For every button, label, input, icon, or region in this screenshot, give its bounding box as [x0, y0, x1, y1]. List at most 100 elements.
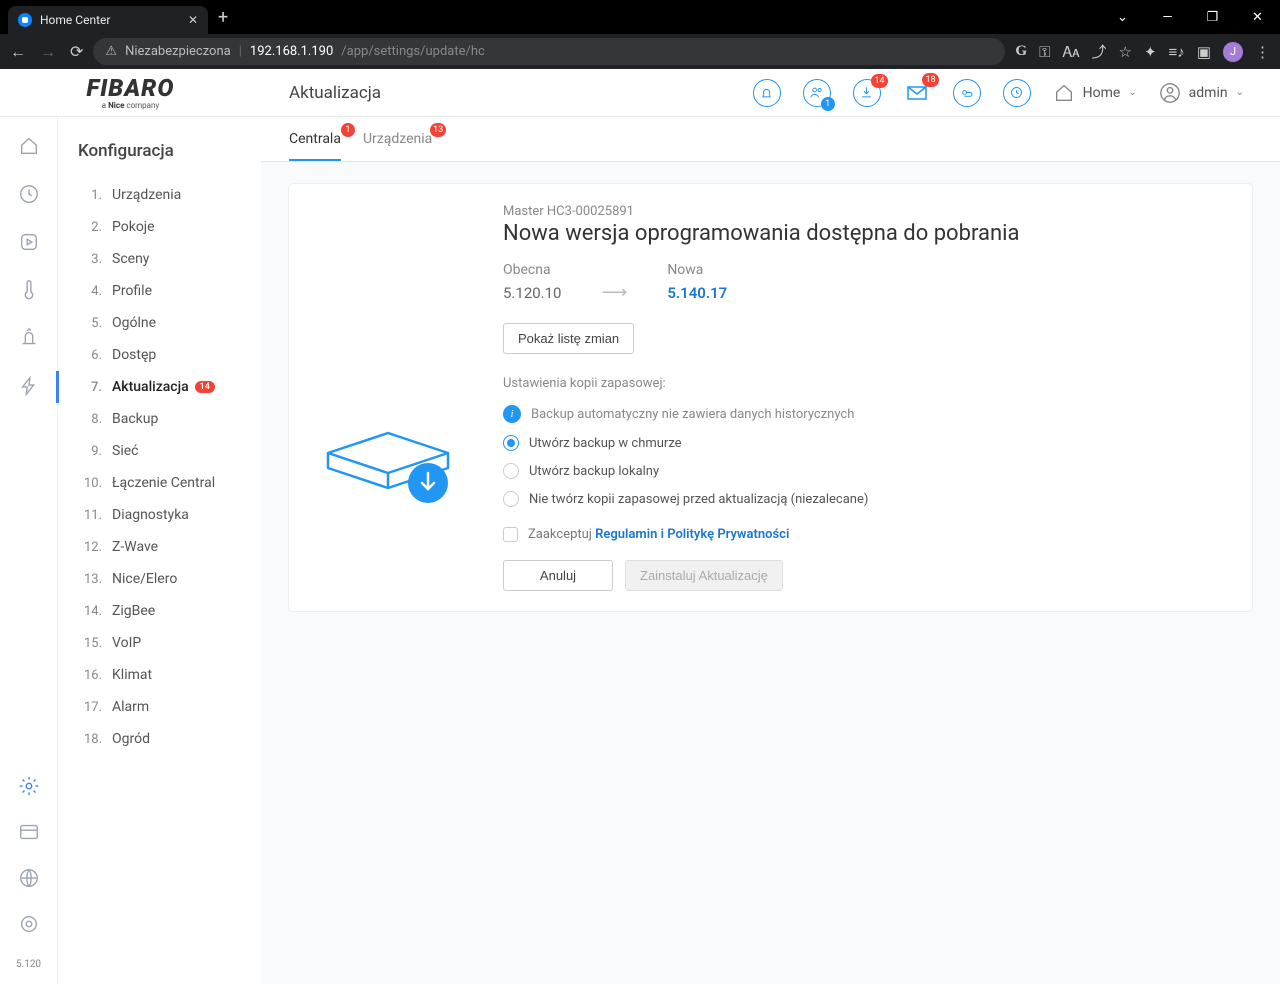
url-path: /app/settings/update/hc — [341, 44, 485, 59]
share-icon[interactable]: ⤴ — [1092, 41, 1107, 62]
users-icon[interactable]: 1 — [803, 79, 831, 107]
rail-settings-icon[interactable] — [18, 775, 40, 797]
current-version-label: Obecna — [503, 262, 562, 278]
mail-icon[interactable]: 18 — [903, 79, 931, 107]
page-title: Aktualizacja — [261, 83, 753, 103]
window-dropdown-icon[interactable]: ⌄ — [1100, 0, 1145, 34]
reload-icon[interactable]: ⟳ — [70, 42, 83, 61]
back-icon[interactable]: ← — [10, 42, 26, 62]
radio-icon — [503, 435, 519, 451]
sidebar: Konfiguracja 1.Urządzenia2.Pokoje3.Sceny… — [58, 117, 261, 984]
sidebar-item-17[interactable]: 18.Ogród — [56, 723, 251, 755]
rail-device-icon[interactable] — [18, 913, 40, 935]
master-label: Master HC3-00025891 — [503, 204, 1228, 219]
sidebar-item-9[interactable]: 10.Łączenie Central — [56, 467, 251, 499]
rail-temperature-icon[interactable] — [18, 279, 40, 301]
bookmark-icon[interactable]: ☆ — [1119, 43, 1132, 61]
tab-badge: 13 — [430, 123, 446, 137]
sidebar-item-12[interactable]: 13.Nice/Elero — [56, 563, 251, 595]
password-key-icon[interactable]: ⚿ — [1039, 43, 1050, 61]
alarm-icon[interactable] — [753, 79, 781, 107]
sidebar-item-5[interactable]: 6.Dostęp — [56, 339, 251, 371]
forward-icon[interactable]: → — [40, 42, 56, 62]
profile-avatar[interactable]: J — [1223, 42, 1243, 62]
mail-badge: 18 — [922, 73, 938, 87]
logo-subtext: a Nice company — [102, 101, 159, 110]
sidebar-badge: 14 — [195, 381, 215, 393]
sidebar-item-10[interactable]: 11.Diagnostyka — [56, 499, 251, 531]
update-title: Nowa wersja oprogramowania dostępna do p… — [503, 221, 1228, 246]
sidebar-item-16[interactable]: 17.Alarm — [56, 691, 251, 723]
tab-badge: 1 — [341, 123, 355, 137]
sidebar-item-8[interactable]: 9.Sieć — [56, 435, 251, 467]
cancel-button[interactable]: Anuluj — [503, 560, 613, 591]
user-icon — [1159, 82, 1181, 104]
changelog-button[interactable]: Pokaż listę zmian — [503, 323, 634, 354]
clock-icon[interactable] — [1003, 79, 1031, 107]
home-dropdown[interactable]: Home ⌄ — [1053, 82, 1137, 104]
backup-section-label: Ustawienia kopii zapasowej: — [503, 376, 1228, 391]
content-tab-1[interactable]: Urządzenia13 — [363, 131, 432, 161]
rail-history-icon[interactable] — [18, 183, 40, 205]
terms-link[interactable]: Regulamin i Politykę Prywatności — [595, 527, 789, 542]
menu-icon[interactable]: ⋮ — [1255, 43, 1270, 61]
install-button[interactable]: Zainstaluj Aktualizację — [625, 560, 783, 591]
arrow-icon: ⟶ — [602, 282, 628, 303]
current-version-value: 5.120.10 — [503, 284, 562, 302]
logo-text: FIBARO — [87, 76, 175, 100]
insecure-icon: ⚠ — [105, 44, 117, 59]
logo-area[interactable]: FIBARO a Nice company — [0, 72, 261, 114]
terms-checkbox[interactable] — [503, 527, 518, 542]
google-icon[interactable]: G — [1015, 43, 1027, 60]
tab-title: Home Center — [40, 13, 110, 27]
radio-no-backup[interactable]: Nie twórz kopii zapasowej przed aktualiz… — [503, 491, 1228, 507]
content-tab-0[interactable]: Centrala1 — [289, 131, 341, 161]
accept-label: Zaakceptuj Regulamin i Politykę Prywatno… — [528, 527, 789, 542]
extensions-icon[interactable]: ✦ — [1144, 43, 1157, 61]
sidebar-item-3[interactable]: 4.Profile — [56, 275, 251, 307]
browser-tab[interactable]: Home Center ✕ — [8, 6, 208, 34]
backup-info-text: Backup automatyczny nie zawiera danych h… — [531, 407, 854, 422]
sidebar-item-1[interactable]: 2.Pokoje — [56, 211, 251, 243]
sidebar-item-11[interactable]: 12.Z-Wave — [56, 531, 251, 563]
new-tab-button[interactable]: + — [208, 7, 238, 28]
radio-local-backup[interactable]: Utwórz backup lokalny — [503, 463, 1228, 479]
radio-cloud-backup[interactable]: Utwórz backup w chmurze — [503, 435, 1228, 451]
chevron-down-icon: ⌄ — [1236, 87, 1244, 98]
secure-label: Niezabezpieczona — [125, 44, 231, 59]
sidebar-item-15[interactable]: 16.Klimat — [56, 659, 251, 691]
sidebar-item-4[interactable]: 5.Ogólne — [56, 307, 251, 339]
sidebar-item-7[interactable]: 8.Backup — [56, 403, 251, 435]
sidebar-item-0[interactable]: 1.Urządzenia — [56, 179, 251, 211]
url-host: 192.168.1.190 — [250, 44, 333, 59]
chevron-down-icon: ⌄ — [1128, 87, 1136, 98]
window-close-icon[interactable]: ✕ — [1235, 0, 1280, 34]
rail-scenes-icon[interactable] — [18, 231, 40, 253]
new-version-value: 5.140.17 — [667, 284, 727, 302]
address-bar[interactable]: ⚠ Niezabezpieczona | 192.168.1.190/app/s… — [93, 38, 1005, 65]
rail-network-icon[interactable] — [18, 867, 40, 889]
media-icon[interactable]: ≡♪ — [1169, 43, 1185, 61]
new-version-label: Nowa — [667, 262, 727, 278]
tab-close-icon[interactable]: ✕ — [188, 13, 198, 27]
rail-energy-icon[interactable] — [18, 375, 40, 397]
rail-alarm-icon[interactable] — [18, 327, 40, 349]
sidebar-item-6[interactable]: 7.Aktualizacja14 — [56, 371, 251, 403]
window-maximize-icon[interactable]: ❐ — [1190, 0, 1235, 34]
rail-panel-icon[interactable] — [18, 821, 40, 843]
sidebar-item-14[interactable]: 15.VoIP — [56, 627, 251, 659]
sidebar-item-13[interactable]: 14.ZigBee — [56, 595, 251, 627]
download-icon[interactable]: 14 — [853, 79, 881, 107]
home-icon — [1053, 82, 1075, 104]
version-label: 5.120 — [16, 959, 41, 970]
sidebar-item-2[interactable]: 3.Sceny — [56, 243, 251, 275]
download-badge: 14 — [871, 74, 887, 88]
translate-icon[interactable]: 🗛 — [1063, 43, 1080, 61]
weather-icon[interactable] — [953, 79, 981, 107]
window-minimize-icon[interactable]: — — [1145, 0, 1190, 34]
update-card: Master HC3-00025891 Nowa wersja oprogram… — [289, 184, 1252, 611]
rail-home-icon[interactable] — [18, 135, 40, 157]
users-badge: 1 — [821, 97, 835, 111]
sidepanel-icon[interactable]: ▣ — [1197, 43, 1211, 61]
user-dropdown[interactable]: admin ⌄ — [1159, 82, 1244, 104]
